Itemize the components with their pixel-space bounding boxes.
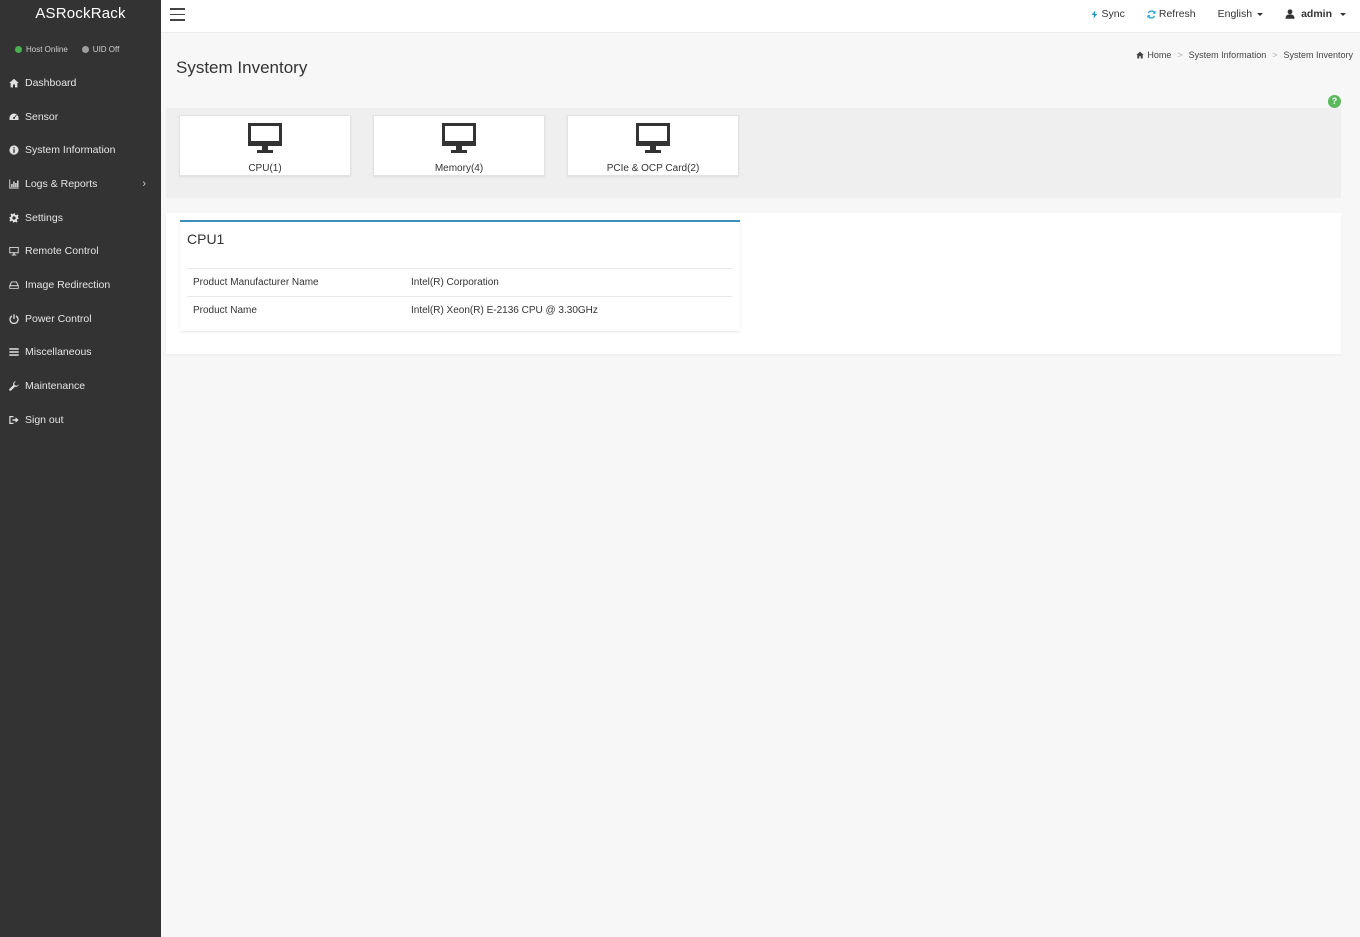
user-menu-dropdown[interactable]: admin <box>1285 8 1346 20</box>
monitor-icon <box>636 123 670 153</box>
breadcrumb-label: System Information <box>1188 50 1267 60</box>
table-row: Product Name Intel(R) Xeon(R) E-2136 CPU… <box>187 296 732 325</box>
uid-status-dot-icon <box>81 45 89 53</box>
sidebar-item-label: Image Redirection <box>25 278 111 291</box>
sidebar-item-image-redirection[interactable]: Image Redirection <box>0 268 161 302</box>
sidebar-toggle-menu-icon[interactable] <box>170 8 185 21</box>
page-title: System Inventory <box>176 58 308 77</box>
inventory-tiles-panel: CPU(1) Memory(4) PCIe & OCP Card(2) <box>166 108 1341 198</box>
refresh-button[interactable]: Refresh <box>1147 8 1196 20</box>
list-icon <box>8 347 19 358</box>
dashboard-gauge-icon <box>8 111 19 122</box>
sidebar-nav: Dashboard Sensor System Information Logs… <box>0 66 161 437</box>
detail-value: Intel(R) Corporation <box>411 277 499 288</box>
sidebar-item-miscellaneous[interactable]: Miscellaneous <box>0 336 161 370</box>
detail-value: Intel(R) Xeon(R) E-2136 CPU @ 3.30GHz <box>411 305 598 317</box>
caret-down-icon <box>1257 12 1264 16</box>
wrench-icon <box>8 381 19 392</box>
sidebar-item-label: Remote Control <box>25 245 99 258</box>
gear-icon <box>8 212 19 223</box>
table-row: Product Manufacturer Name Intel(R) Corpo… <box>187 268 732 297</box>
sidebar-item-sign-out[interactable]: Sign out <box>0 403 161 437</box>
help-question-icon[interactable]: ? <box>1328 95 1341 108</box>
sidebar-item-label: System Information <box>25 144 116 157</box>
top-navbar: Sync Refresh English admin <box>161 0 1360 33</box>
sidebar-item-label: Miscellaneous <box>25 346 92 359</box>
inventory-detail-panel: CPU1 Product Manufacturer Name Intel(R) … <box>166 213 1341 354</box>
host-status: Host Online <box>15 45 68 54</box>
caret-down-icon <box>1340 12 1346 16</box>
top-actions: Sync Refresh English admin <box>1090 0 1346 28</box>
sidebar-item-sensor[interactable]: Sensor <box>0 100 161 134</box>
sidebar-item-label: Dashboard <box>25 76 77 89</box>
chevron-right-icon: › <box>142 177 146 190</box>
sidebar-item-label: Sensor <box>25 110 59 123</box>
sidebar-item-maintenance[interactable]: Maintenance <box>0 369 161 403</box>
refresh-label: Refresh <box>1158 8 1196 20</box>
detail-key: Product Name <box>193 305 257 317</box>
detail-key: Product Manufacturer Name <box>193 277 319 288</box>
monitor-icon <box>442 123 476 153</box>
monitor-icon <box>248 123 282 153</box>
breadcrumb-separator: > <box>1272 50 1278 60</box>
power-icon <box>8 313 19 324</box>
sign-out-icon <box>8 414 19 425</box>
uid-status[interactable]: UID Off <box>81 44 120 54</box>
sidebar-item-settings[interactable]: Settings <box>0 201 161 235</box>
user-name: admin <box>1301 8 1332 20</box>
sidebar-item-power-control[interactable]: Power Control <box>0 302 161 336</box>
detail-table: Product Manufacturer Name Intel(R) Corpo… <box>187 268 732 325</box>
sidebar-item-dashboard[interactable]: Dashboard <box>0 66 161 100</box>
breadcrumb-label: System Inventory <box>1283 50 1353 60</box>
breadcrumb: Home > System Information > System Inven… <box>1136 50 1353 60</box>
user-icon <box>1285 9 1295 19</box>
uid-status-label: UID Off <box>92 44 120 54</box>
tile-label: CPU(1) <box>248 163 282 174</box>
sidebar-item-label: Sign out <box>25 413 64 426</box>
sidebar: ASRockRack Host Online UID Off Dashboard… <box>0 0 161 937</box>
sidebar-item-label: Settings <box>25 211 63 224</box>
refresh-icon <box>1147 9 1156 19</box>
sync-label: Sync <box>1101 8 1125 20</box>
tile-label: Memory(4) <box>434 163 484 174</box>
host-status-dot-icon <box>15 45 22 53</box>
sidebar-item-label: Maintenance <box>25 380 86 393</box>
tile-memory[interactable]: Memory(4) <box>373 115 545 176</box>
sidebar-item-label: Logs & Reports <box>25 177 98 190</box>
info-circle-icon <box>8 145 19 156</box>
bar-chart-icon <box>8 178 19 189</box>
language-dropdown[interactable]: English <box>1217 8 1264 20</box>
desktop-icon <box>8 246 19 257</box>
tile-pcie-ocp-card[interactable]: PCIe & OCP Card(2) <box>567 115 739 176</box>
detail-title: CPU1 <box>187 231 225 247</box>
brand-logo[interactable]: ASRockRack <box>0 0 161 32</box>
cpu-detail-box: CPU1 Product Manufacturer Name Intel(R) … <box>180 220 740 331</box>
breadcrumb-separator: > <box>1177 50 1183 60</box>
sidebar-item-system-information[interactable]: System Information <box>0 133 161 167</box>
language-label: English <box>1217 8 1253 20</box>
hdd-icon <box>8 279 19 290</box>
breadcrumb-label: Home <box>1147 50 1172 60</box>
breadcrumb-home[interactable]: Home <box>1136 50 1171 60</box>
sync-icon <box>1090 9 1099 19</box>
sidebar-item-label: Power Control <box>25 312 92 325</box>
home-icon <box>8 77 19 88</box>
host-status-label: Host Online <box>26 44 68 54</box>
tile-label: PCIe & OCP Card(2) <box>606 163 700 174</box>
status-row: Host Online UID Off <box>0 32 161 66</box>
sidebar-item-remote-control[interactable]: Remote Control <box>0 234 161 268</box>
sync-button[interactable]: Sync <box>1090 8 1125 20</box>
breadcrumb-system-information[interactable]: System Information <box>1189 50 1267 60</box>
breadcrumb-system-inventory: System Inventory <box>1283 50 1353 60</box>
tile-cpu[interactable]: CPU(1) <box>179 115 351 176</box>
sidebar-item-logs-reports[interactable]: Logs & Reports › <box>0 167 161 201</box>
home-icon <box>1136 51 1145 59</box>
